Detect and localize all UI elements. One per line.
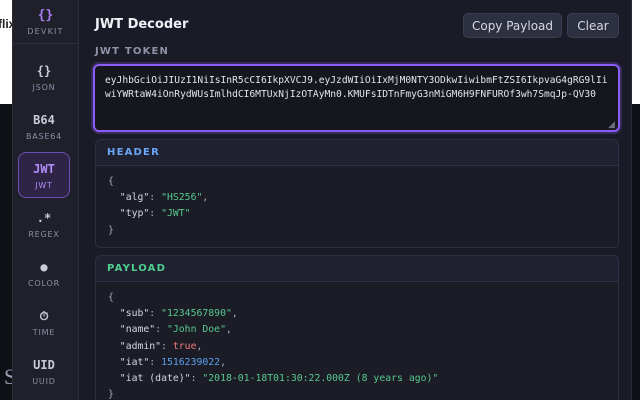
brand: {} DEVKIT <box>13 0 78 44</box>
payload-json: { "sub": "1234567890", "name": "John Doe… <box>96 282 618 400</box>
sidebar-item-label: TIME <box>32 327 56 337</box>
json-value: "JWT" <box>161 208 191 220</box>
regex-icon: .* <box>36 210 52 225</box>
json-key: "iat (date)" <box>119 373 191 385</box>
sidebar-item-regex[interactable]: .* REGEX <box>18 201 70 247</box>
stopwatch-icon: ⏱ <box>39 308 49 323</box>
sidebar-item-time[interactable]: ⏱ TIME <box>18 299 70 345</box>
sidebar-item-jwt[interactable]: JWT JWT <box>18 152 70 198</box>
uuid-icon: UID <box>33 357 55 372</box>
header-panel: HEADER { "alg": "HS256", "typ": "JWT" } <box>95 139 619 248</box>
copy-payload-button[interactable]: Copy Payload <box>463 13 562 38</box>
payload-panel: PAYLOAD { "sub": "1234567890", "name": "… <box>95 255 619 400</box>
sidebar-item-label: BASE64 <box>25 131 63 141</box>
json-value: 1516239022 <box>161 356 221 368</box>
sidebar-item-label: JSON <box>32 82 56 92</box>
tool-nav: {} JSON B64 BASE64 JWT JWT .* REGEX ● CO… <box>13 44 78 394</box>
json-close-brace: } <box>108 389 114 400</box>
json-value: "2018-01-18T01:30:22.000Z (8 years ago)" <box>202 373 439 385</box>
header-json: { "alg": "HS256", "typ": "JWT" } <box>96 166 618 247</box>
json-close-brace: } <box>108 224 114 236</box>
json-value: true <box>172 340 197 352</box>
sidebar-item-label: REGEX <box>28 229 60 239</box>
jwt-icon: JWT <box>33 161 55 176</box>
json-value: "HS256" <box>161 192 203 204</box>
base64-icon: B64 <box>33 112 55 127</box>
devkit-popup: {} DEVKIT {} JSON B64 BASE64 JWT JWT .* … <box>12 0 632 400</box>
json-key: "name" <box>119 324 156 336</box>
token-label: JWT TOKEN <box>95 46 170 57</box>
main-panel: JWT Decoder Copy Payload Clear JWT TOKEN… <box>80 0 631 400</box>
json-open-brace: { <box>108 292 114 303</box>
toolbar: JWT Decoder Copy Payload Clear <box>80 0 631 50</box>
sidebar-item-uuid[interactable]: UID UUID <box>18 348 70 394</box>
sidebar: {} DEVKIT {} JSON B64 BASE64 JWT JWT .* … <box>13 0 79 400</box>
page-title: JWT Decoder <box>95 17 189 32</box>
header-panel-title: HEADER <box>96 140 618 166</box>
sidebar-item-base64[interactable]: B64 BASE64 <box>18 103 70 149</box>
sidebar-item-json[interactable]: {} JSON <box>18 54 70 100</box>
color-dot-icon: ● <box>40 259 48 274</box>
json-value: "John Doe" <box>166 324 226 336</box>
sidebar-item-color[interactable]: ● COLOR <box>18 250 70 296</box>
sidebar-item-label: COLOR <box>28 278 60 288</box>
jwt-token-input[interactable]: eyJhbGciOiJIUzI1NiIsInR5cCI6IkpXVCJ9.eyJ… <box>93 64 620 132</box>
sidebar-item-label: UUID <box>32 376 56 386</box>
json-icon: {} <box>36 63 52 78</box>
sidebar-item-label: JWT <box>35 180 53 190</box>
braces-icon: {} <box>37 7 54 23</box>
resize-grip-icon[interactable]: ◢ <box>608 120 615 130</box>
json-key: "iat" <box>119 356 150 368</box>
payload-panel-title: PAYLOAD <box>96 256 618 282</box>
json-open-brace: { <box>108 176 114 187</box>
json-value: "1234567890" <box>161 308 232 320</box>
clear-button[interactable]: Clear <box>567 13 619 38</box>
brand-label: DEVKIT <box>27 26 64 36</box>
json-key: "sub" <box>119 308 150 320</box>
json-key: "alg" <box>119 192 150 204</box>
json-key: "typ" <box>119 208 150 220</box>
json-key: "admin" <box>119 340 162 352</box>
